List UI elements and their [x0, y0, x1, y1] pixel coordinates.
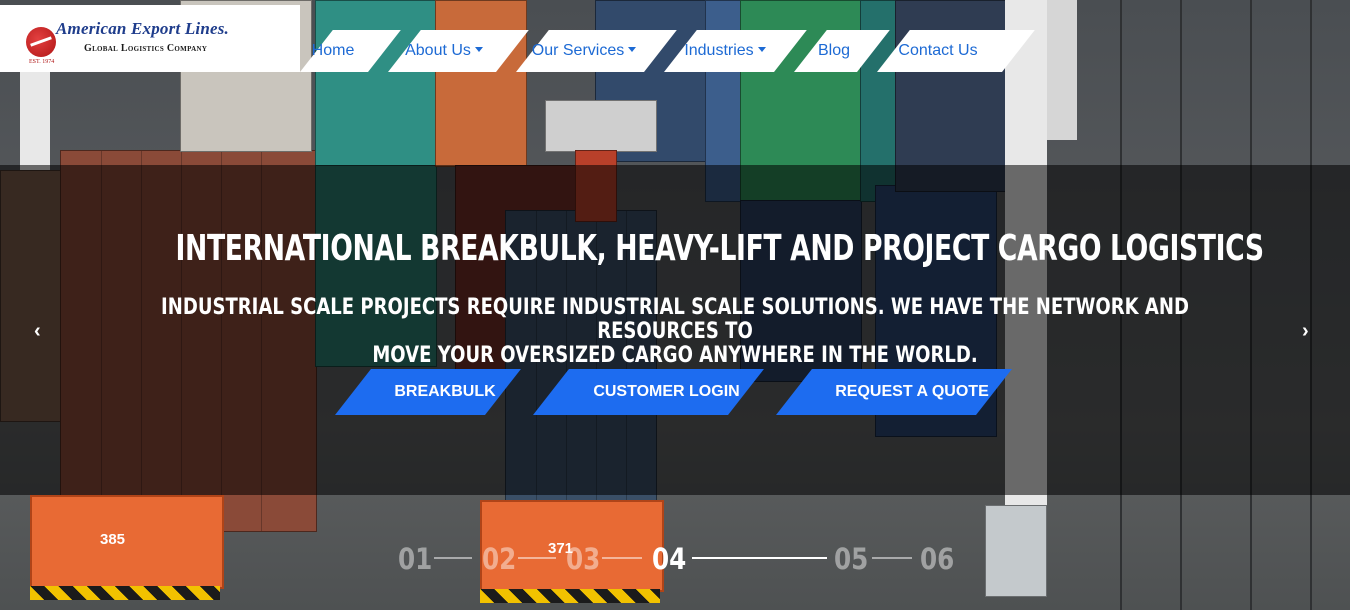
pager-slide-04[interactable]: 04 — [652, 542, 686, 576]
pager-divider — [602, 557, 642, 559]
nav-label-our-services: Our Services — [531, 42, 625, 59]
agv-left-number: 385 — [100, 531, 126, 548]
pager-divider — [434, 557, 472, 559]
pager-slide-01[interactable]: 01 — [398, 542, 432, 576]
nav-label-home: Home — [311, 42, 355, 59]
nav-item-home[interactable]: Home — [300, 30, 366, 72]
hero-subtitle: INDUSTRIAL SCALE PROJECTS REQUIRE INDUST… — [122, 296, 1229, 368]
hero-title: INTERNATIONAL BREAKBULK, HEAVY-LIFT AND … — [175, 228, 1265, 269]
pager-slide-05[interactable]: 05 — [834, 542, 868, 576]
nav-item-about-us[interactable]: About Us — [392, 30, 496, 72]
nav-label-blog: Blog — [817, 42, 851, 59]
request-quote-button[interactable]: REQUEST A QUOTE — [776, 369, 1012, 415]
pager-divider — [872, 557, 912, 559]
nav-item-our-services[interactable]: Our Services — [522, 30, 646, 72]
request-quote-button-label: REQUEST A QUOTE — [835, 383, 989, 400]
hero-subtitle-line-2: MOVE YOUR OVERSIZED CARGO ANYWHERE IN TH… — [372, 343, 978, 368]
pager-slide-03[interactable]: 03 — [566, 542, 600, 576]
hero-subtitle-line-1: INDUSTRIAL SCALE PROJECTS REQUIRE INDUST… — [161, 295, 1189, 344]
caret-down-icon — [757, 47, 766, 52]
slider-next-arrow-icon[interactable]: › — [1302, 320, 1309, 343]
caret-down-icon — [474, 47, 483, 52]
pager-active-divider — [692, 557, 827, 559]
nav-label-contact-us: Contact Us — [898, 42, 978, 59]
pager-slide-06[interactable]: 06 — [920, 542, 954, 576]
nav-item-contact-us[interactable]: Contact Us — [888, 30, 988, 72]
slider-prev-arrow-icon[interactable]: ‹ — [34, 320, 41, 343]
customer-login-button-label: CUSTOMER LOGIN — [593, 383, 740, 400]
nav-label-about-us: About Us — [405, 42, 471, 59]
caret-down-icon — [628, 47, 637, 52]
nav-item-blog[interactable]: Blog — [803, 30, 865, 72]
breakbulk-button-label: BREAKBULK — [394, 383, 496, 400]
nav-item-industries[interactable]: Industries — [670, 30, 780, 72]
customer-login-button[interactable]: CUSTOMER LOGIN — [533, 369, 764, 415]
nav-label-industries: Industries — [684, 42, 754, 59]
pager-slide-02[interactable]: 02 — [482, 542, 516, 576]
breakbulk-button[interactable]: BREAKBULK — [335, 369, 521, 415]
pager-divider — [518, 557, 556, 559]
main-navigation: Home About Us Our Services Industries Bl… — [0, 30, 1350, 72]
